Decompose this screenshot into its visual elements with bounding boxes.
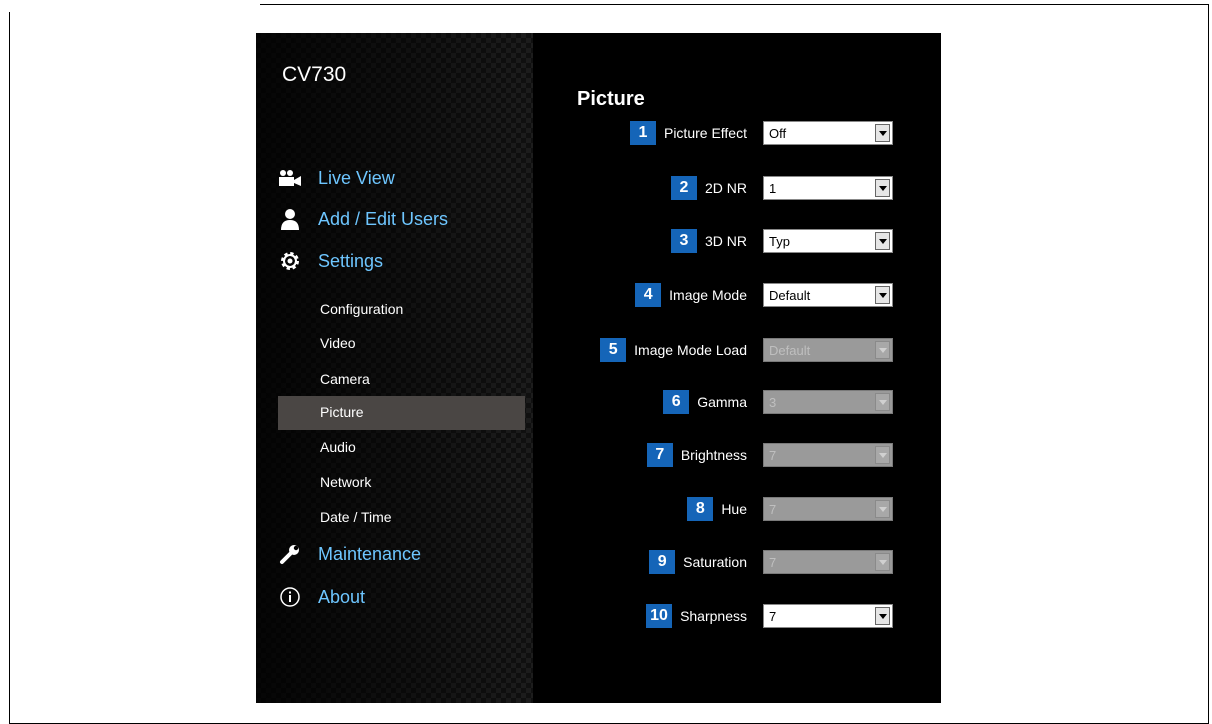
field-number-badge: 7 (646, 443, 673, 467)
frame-gap (0, 0, 260, 12)
video-camera-icon (278, 167, 302, 189)
nav-sub-picture[interactable]: Picture (320, 404, 364, 420)
field-label: 2D NR (704, 180, 747, 196)
nav-maintenance[interactable]: Maintenance (278, 543, 421, 565)
camera-web-ui: CV730 Live View Add / Edit Users Setting… (256, 33, 941, 703)
dropdown-arrow-icon[interactable] (875, 179, 890, 197)
image-mode-load-select: Default (763, 338, 893, 362)
field-number-badge: 9 (649, 550, 676, 574)
nav-sub-audio[interactable]: Audio (320, 439, 356, 455)
field-number-badge: 6 (663, 390, 690, 414)
field-label: Brightness (680, 447, 747, 463)
nav-maintenance-label: Maintenance (318, 543, 422, 564)
saturation-select: 7 (763, 550, 893, 574)
sharpness-select[interactable]: 7 (763, 604, 893, 628)
nav-about-label: About (318, 586, 366, 607)
field-number-badge: 1 (629, 121, 656, 145)
nav-settings[interactable]: Settings (278, 250, 383, 272)
field-row: 2 2D NR 1 (670, 175, 893, 201)
field-row: 8 Hue 7 (687, 496, 893, 522)
field-number-badge: 10 (646, 604, 673, 628)
field-label: Sharpness (680, 608, 747, 624)
nav-about[interactable]: About (278, 586, 365, 608)
field-number-badge: 8 (687, 497, 714, 521)
field-row: 5 Image Mode Load Default (600, 337, 893, 363)
select-value: Off (769, 125, 787, 141)
select-value: 7 (769, 608, 777, 624)
wrench-icon (278, 543, 302, 565)
dropdown-arrow-icon (875, 341, 890, 359)
info-icon (278, 586, 302, 608)
field-number-badge: 5 (600, 338, 627, 362)
nav-live-view[interactable]: Live View (278, 167, 395, 189)
page-title: Picture (577, 88, 645, 110)
field-row: 4 Image Mode Default (635, 282, 893, 308)
field-number-badge: 4 (635, 283, 662, 307)
select-value: 7 (769, 501, 777, 517)
image-mode-select[interactable]: Default (763, 283, 893, 307)
select-value: 7 (769, 447, 777, 463)
field-row: 3 3D NR Typ (670, 228, 893, 254)
3d-nr-select[interactable]: Typ (763, 229, 893, 253)
nav-add-edit-users-label: Add / Edit Users (318, 208, 449, 229)
select-value: 3 (769, 394, 777, 410)
gamma-select: 3 (763, 390, 893, 414)
select-value: Default (769, 287, 811, 303)
field-row: 10 Sharpness 7 (646, 603, 893, 629)
sidebar: CV730 Live View Add / Edit Users Setting… (256, 33, 533, 703)
select-value: Default (769, 342, 811, 358)
nav-settings-label: Settings (318, 250, 384, 271)
dropdown-arrow-icon[interactable] (875, 286, 890, 304)
field-label: Image Mode (669, 287, 747, 303)
dropdown-arrow-icon (875, 553, 890, 571)
app-title: CV730 (282, 63, 347, 86)
settings-panel: Picture 1 Picture Effect Off 2 2D NR 1 3… (533, 33, 941, 703)
dropdown-arrow-icon (875, 500, 890, 518)
field-label: Saturation (683, 554, 747, 570)
field-label: Gamma (697, 394, 747, 410)
field-number-badge: 2 (670, 176, 697, 200)
dropdown-arrow-icon[interactable] (875, 232, 890, 250)
field-label: Image Mode Load (634, 342, 747, 358)
select-value: 7 (769, 554, 777, 570)
dropdown-arrow-icon[interactable] (875, 124, 890, 142)
field-label: Hue (721, 501, 747, 517)
nav-add-edit-users[interactable]: Add / Edit Users (278, 208, 448, 230)
nav-sub-network[interactable]: Network (320, 474, 371, 490)
brightness-select: 7 (763, 443, 893, 467)
2d-nr-select[interactable]: 1 (763, 176, 893, 200)
field-number-badge: 3 (670, 229, 697, 253)
nav-sub-date-time[interactable]: Date / Time (320, 509, 392, 525)
nav-sub-camera[interactable]: Camera (320, 371, 370, 387)
dropdown-arrow-icon[interactable] (875, 607, 890, 625)
user-icon (278, 208, 302, 230)
field-row: 7 Brightness 7 (646, 442, 893, 468)
active-item-highlight (278, 396, 525, 430)
field-label: 3D NR (704, 233, 747, 249)
field-row: 9 Saturation 7 (649, 549, 893, 575)
field-label: Picture Effect (663, 125, 747, 141)
gear-icon (278, 250, 302, 272)
field-row: 1 Picture Effect Off (629, 120, 893, 146)
hue-select: 7 (763, 497, 893, 521)
dropdown-arrow-icon (875, 393, 890, 411)
nav-live-view-label: Live View (318, 167, 395, 188)
select-value: 1 (769, 180, 777, 196)
picture-effect-select[interactable]: Off (763, 121, 893, 145)
field-row: 6 Gamma 3 (663, 389, 893, 415)
dropdown-arrow-icon (875, 446, 890, 464)
nav-sub-video[interactable]: Video (320, 335, 356, 351)
nav-sub-configuration[interactable]: Configuration (320, 301, 403, 317)
select-value: Typ (769, 233, 790, 249)
